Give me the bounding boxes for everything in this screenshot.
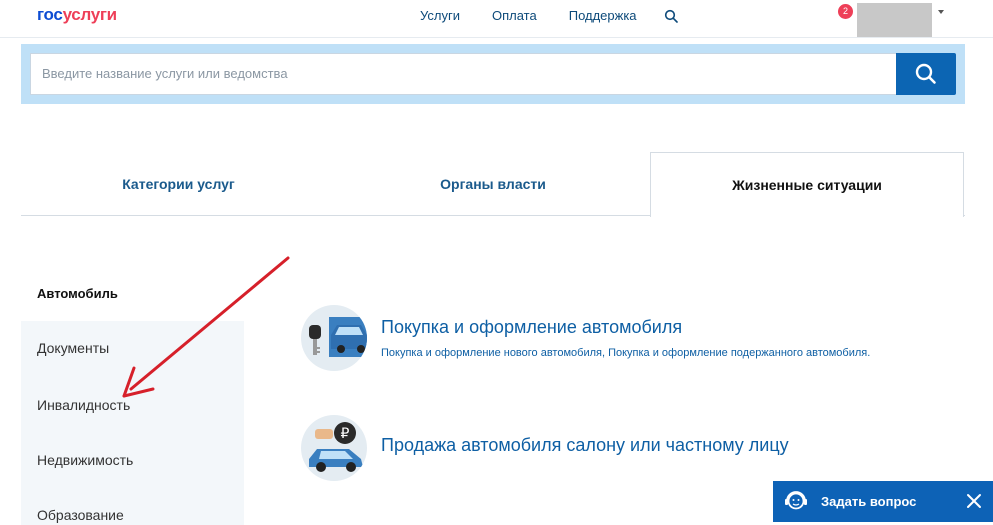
- notification-badge[interactable]: 2: [838, 4, 853, 19]
- tab-authorities[interactable]: Органы власти: [336, 152, 650, 216]
- car-purchase-icon[interactable]: [301, 305, 367, 371]
- tab-service-categories[interactable]: Категории услуг: [21, 152, 336, 216]
- user-profile-redacted[interactable]: [857, 3, 932, 37]
- nav-link-services[interactable]: Услуги: [420, 8, 460, 23]
- search-button[interactable]: [896, 53, 956, 95]
- service-title-purchase[interactable]: Покупка и оформление автомобиля: [381, 317, 682, 338]
- ruble-car-icon: ₽: [309, 422, 363, 472]
- sidebar-item-real-estate[interactable]: Недвижимость: [37, 452, 133, 468]
- ask-question-label: Задать вопрос: [821, 494, 917, 509]
- sidebar-section-title[interactable]: Автомобиль: [37, 286, 118, 301]
- chevron-down-icon[interactable]: [938, 10, 944, 14]
- tab-label: Органы власти: [440, 176, 546, 192]
- main-nav: Услуги Оплата Поддержка: [420, 8, 669, 23]
- svg-text:₽: ₽: [341, 426, 350, 442]
- tab-label: Жизненные ситуации: [732, 177, 882, 193]
- support-agent-icon: [785, 491, 807, 510]
- sidebar-item-documents[interactable]: Документы: [37, 340, 109, 356]
- search-input[interactable]: Введите название услуги или ведомства: [30, 53, 896, 95]
- car-key-icon: [309, 317, 367, 357]
- nav-link-payment[interactable]: Оплата: [492, 8, 537, 23]
- close-icon[interactable]: [963, 490, 985, 512]
- search-icon: [915, 63, 936, 84]
- tab-label: Категории услуг: [122, 176, 235, 192]
- top-header: госуслуги Услуги Оплата Поддержка 2: [0, 0, 993, 38]
- search-icon[interactable]: [664, 9, 678, 23]
- service-title-sale[interactable]: Продажа автомобиля салону или частному л…: [381, 435, 789, 456]
- gosuslugi-logo[interactable]: госуслуги: [37, 5, 117, 25]
- tab-life-situations[interactable]: Жизненные ситуации: [650, 152, 964, 217]
- sidebar-item-education[interactable]: Образование: [37, 507, 124, 523]
- logo-part-uslugi: услуги: [62, 5, 118, 24]
- service-subtitle-purchase[interactable]: Покупка и оформление нового автомобиля, …: [381, 347, 870, 359]
- ask-question-widget[interactable]: Задать вопрос: [773, 481, 993, 522]
- sidebar-item-disability[interactable]: Инвалидность: [37, 397, 130, 413]
- car-sale-icon[interactable]: ₽: [301, 415, 367, 481]
- nav-link-support[interactable]: Поддержка: [569, 8, 637, 23]
- logo-part-gos: гос: [37, 5, 63, 24]
- page: госуслуги Услуги Оплата Поддержка 2 Введ…: [0, 0, 993, 525]
